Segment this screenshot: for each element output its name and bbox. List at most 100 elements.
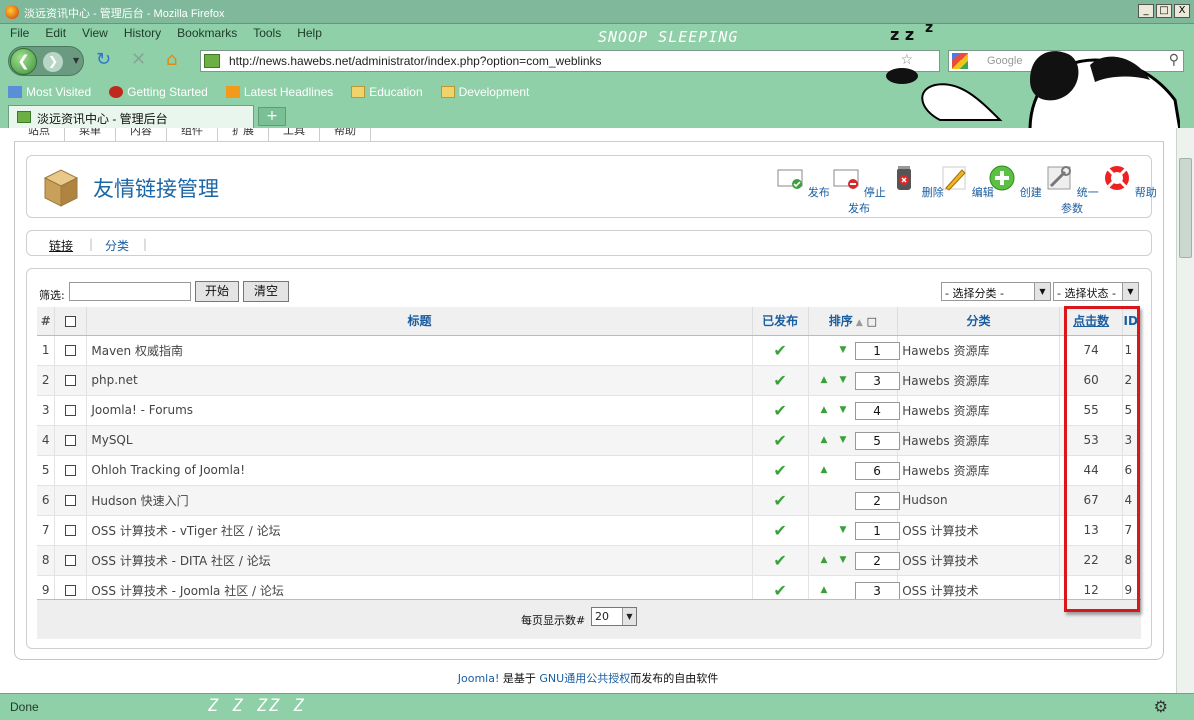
row-category-link[interactable]: Hawebs 资源库 <box>897 425 1060 456</box>
url-bar[interactable]: http://news.hawebs.net/administrator/ind… <box>200 50 940 72</box>
bookmark-development[interactable]: Development <box>433 80 540 102</box>
row-checkbox[interactable] <box>65 525 77 536</box>
row-checkbox[interactable] <box>65 585 77 596</box>
close-window-button[interactable]: X <box>1174 4 1190 18</box>
row-category-link[interactable]: Hudson <box>897 485 1060 516</box>
col-published[interactable]: 已发布 <box>752 307 809 336</box>
row-category-link[interactable]: Hawebs 资源库 <box>897 455 1060 486</box>
admin-menu-item[interactable]: 组件 <box>167 128 218 142</box>
order-up-icon[interactable]: ▲ <box>821 435 828 445</box>
order-up-icon[interactable]: ▲ <box>821 375 828 385</box>
minimize-button[interactable]: _ <box>1138 4 1154 18</box>
order-input[interactable]: 1 <box>854 341 900 360</box>
state-select[interactable]: - 选择状态 - ▼ <box>1053 282 1139 301</box>
order-down-icon[interactable]: ▼ <box>840 375 847 385</box>
admin-menu-item[interactable]: 站点 <box>14 128 65 142</box>
order-input[interactable]: 2 <box>854 551 900 570</box>
bookmark-latest-headlines[interactable]: Latest Headlines <box>218 80 343 102</box>
order-down-icon[interactable]: ▼ <box>840 435 847 445</box>
row-title-link[interactable]: php.net <box>86 365 753 396</box>
published-check-icon[interactable]: ✔ <box>773 401 786 420</box>
menu-edit[interactable]: Edit <box>35 24 72 44</box>
row-title-link[interactable]: MySQL <box>86 425 753 456</box>
select-all-checkbox[interactable] <box>65 315 77 327</box>
row-category-link[interactable]: Hawebs 资源库 <box>897 395 1060 426</box>
menu-help[interactable]: Help <box>287 24 328 44</box>
row-checkbox[interactable] <box>65 465 77 476</box>
row-title-link[interactable]: OSS 计算技术 - DITA 社区 / 论坛 <box>86 545 753 576</box>
category-select[interactable]: - 选择分类 - ▼ <box>941 282 1051 301</box>
row-checkbox[interactable] <box>65 555 77 566</box>
row-category-link[interactable]: OSS 计算技术 <box>897 545 1060 576</box>
submenu-categories[interactable]: 分类 <box>105 237 129 254</box>
admin-menu-item[interactable]: 帮助 <box>320 128 371 142</box>
order-down-icon[interactable]: ▼ <box>840 405 847 415</box>
bookmark-star-icon[interactable]: ☆ <box>900 52 913 68</box>
published-check-icon[interactable]: ✔ <box>773 581 786 600</box>
home-icon[interactable]: ⌂ <box>166 50 177 70</box>
row-title-link[interactable]: Hudson 快速入门 <box>86 485 753 516</box>
order-up-icon[interactable]: ▲ <box>821 405 828 415</box>
row-checkbox[interactable] <box>65 495 77 506</box>
published-check-icon[interactable]: ✔ <box>773 431 786 450</box>
bookmark-getting-started[interactable]: Getting Started <box>101 80 218 102</box>
filter-reset-button[interactable]: 清空 <box>243 281 289 302</box>
order-input[interactable]: 3 <box>854 581 900 600</box>
order-input[interactable]: 3 <box>854 371 900 390</box>
order-down-icon[interactable]: ▼ <box>840 345 847 355</box>
stop-icon[interactable]: ✕ <box>131 50 146 70</box>
reload-icon[interactable]: ↻ <box>96 50 111 70</box>
order-down-icon[interactable]: ▼ <box>840 525 847 535</box>
parameters-button[interactable]: 统一参数 <box>1042 164 1102 216</box>
new-button[interactable]: 创建 <box>985 164 1045 200</box>
row-title-link[interactable]: OSS 计算技术 - vTiger 社区 / 论坛 <box>86 515 753 546</box>
search-icon[interactable]: ⚲ <box>1169 52 1179 68</box>
history-dropdown-icon[interactable]: ▼ <box>73 56 79 65</box>
row-title-link[interactable]: Ohloh Tracking of Joomla! <box>86 455 753 486</box>
published-check-icon[interactable]: ✔ <box>773 551 786 570</box>
submenu-links[interactable]: 链接 <box>49 237 73 254</box>
publish-button[interactable]: 发布 <box>773 164 833 200</box>
admin-menu-item[interactable]: 扩展 <box>218 128 269 142</box>
back-button[interactable]: ❮ <box>10 48 37 75</box>
maximize-button[interactable]: □ <box>1156 4 1172 18</box>
row-category-link[interactable]: OSS 计算技术 <box>897 515 1060 546</box>
google-engine-icon[interactable] <box>952 53 968 69</box>
order-input[interactable]: 5 <box>854 431 900 450</box>
tab-admin[interactable]: 淡远资讯中心 - 管理后台 <box>8 105 254 128</box>
bookmark-education[interactable]: Education <box>343 80 432 102</box>
filter-input[interactable] <box>69 282 191 301</box>
bookmark-most-visited[interactable]: Most Visited <box>0 80 101 102</box>
row-checkbox[interactable] <box>65 405 77 416</box>
filter-go-button[interactable]: 开始 <box>195 281 239 302</box>
gpl-link[interactable]: GNU通用公共授权 <box>539 672 630 685</box>
row-title-link[interactable]: Maven 权威指南 <box>86 335 753 366</box>
published-check-icon[interactable]: ✔ <box>773 341 786 360</box>
search-bar[interactable]: Google ⚲ <box>948 50 1184 72</box>
row-category-link[interactable]: Hawebs 资源库 <box>897 335 1060 366</box>
admin-menu-item[interactable]: 内容 <box>116 128 167 142</box>
row-checkbox[interactable] <box>65 435 77 446</box>
save-order-icon[interactable]: □ <box>863 315 877 328</box>
order-up-icon[interactable]: ▲ <box>821 465 828 475</box>
vertical-scrollbar[interactable] <box>1176 128 1194 693</box>
row-checkbox[interactable] <box>65 345 77 356</box>
row-checkbox[interactable] <box>65 375 77 386</box>
row-category-link[interactable]: Hawebs 资源库 <box>897 365 1060 396</box>
order-input[interactable]: 6 <box>854 461 900 480</box>
help-button[interactable]: 帮助 <box>1100 164 1160 200</box>
addon-gear-icon[interactable]: ⚙ <box>1154 697 1168 716</box>
order-input[interactable]: 4 <box>854 401 900 420</box>
row-title-link[interactable]: Joomla! - Forums <box>86 395 753 426</box>
order-input[interactable]: 2 <box>854 491 900 510</box>
joomla-link[interactable]: Joomla! <box>458 672 500 685</box>
col-title[interactable]: 标题 <box>86 307 753 336</box>
col-order[interactable]: 排序 ▲ □ <box>808 307 899 336</box>
scrollbar-thumb[interactable] <box>1179 158 1192 258</box>
url-text[interactable]: http://news.hawebs.net/administrator/ind… <box>229 54 602 68</box>
published-check-icon[interactable]: ✔ <box>773 521 786 540</box>
admin-menu-item[interactable]: 工具 <box>269 128 320 142</box>
unpublish-button[interactable]: 停止发布 <box>829 164 889 216</box>
published-check-icon[interactable]: ✔ <box>773 491 786 510</box>
order-input[interactable]: 1 <box>854 521 900 540</box>
